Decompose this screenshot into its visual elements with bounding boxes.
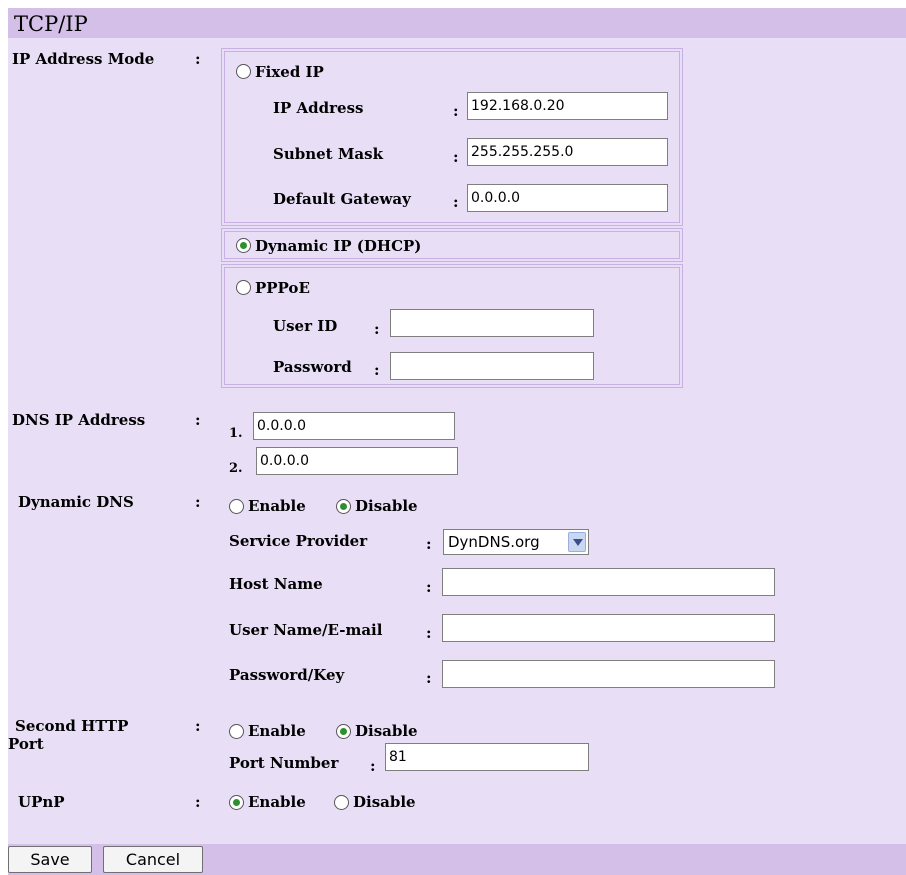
password-key-input[interactable] bbox=[442, 660, 775, 688]
dns-2-input[interactable]: 0.0.0.0 bbox=[256, 447, 458, 475]
http2-disable-radio[interactable] bbox=[336, 724, 351, 739]
user-id-label: User ID bbox=[273, 317, 338, 335]
cancel-button[interactable]: Cancel bbox=[103, 846, 203, 873]
gateway-input[interactable]: 0.0.0.0 bbox=[467, 184, 668, 212]
host-name-colon: : bbox=[426, 578, 432, 596]
ddns-disable-label: Disable bbox=[355, 497, 418, 515]
http2-colon: : bbox=[195, 717, 201, 735]
gateway-colon: : bbox=[453, 193, 459, 211]
gateway-label: Default Gateway bbox=[273, 190, 411, 208]
ip-mode-colon: : bbox=[195, 50, 201, 68]
ip-address-input[interactable]: 192.168.0.20 bbox=[467, 92, 668, 120]
subnet-mask-input[interactable]: 255.255.255.0 bbox=[467, 138, 668, 166]
host-name-label: Host Name bbox=[229, 575, 323, 593]
dns-label: DNS IP Address bbox=[12, 411, 146, 429]
pppoe-radio[interactable] bbox=[236, 280, 251, 295]
page-title: TCP/IP bbox=[8, 8, 906, 38]
upnp-disable-radio[interactable] bbox=[334, 795, 349, 810]
http2-label-line1: Second HTTP bbox=[15, 717, 129, 735]
dhcp-label: Dynamic IP (DHCP) bbox=[255, 237, 422, 255]
pppoe-label: PPPoE bbox=[255, 279, 310, 297]
fixed-ip-label: Fixed IP bbox=[255, 63, 324, 81]
dns-num-1: 1. bbox=[229, 426, 243, 441]
upnp-enable-radio[interactable] bbox=[229, 795, 244, 810]
subnet-mask-label: Subnet Mask bbox=[273, 145, 383, 163]
ip-address-colon: : bbox=[453, 102, 459, 120]
subnet-mask-colon: : bbox=[453, 148, 459, 166]
save-button[interactable]: Save bbox=[8, 846, 92, 873]
password-key-colon: : bbox=[426, 669, 432, 687]
user-id-input[interactable] bbox=[390, 309, 594, 337]
upnp-disable-label: Disable bbox=[353, 793, 416, 811]
pppoe-password-label: Password bbox=[273, 358, 352, 376]
http2-enable-radio[interactable] bbox=[229, 724, 244, 739]
user-email-input[interactable] bbox=[442, 614, 775, 642]
ddns-enable-radio[interactable] bbox=[229, 499, 244, 514]
ip-address-label: IP Address bbox=[273, 99, 364, 117]
tcpip-form: IP Address Mode : Fixed IP IP Address : … bbox=[8, 38, 906, 844]
footer-bar: Save Cancel bbox=[8, 844, 906, 875]
port-number-input[interactable]: 81 bbox=[385, 743, 589, 771]
port-number-colon: : bbox=[370, 757, 376, 775]
service-provider-colon: : bbox=[426, 535, 432, 553]
dns-colon: : bbox=[195, 411, 201, 429]
pppoe-password-input[interactable] bbox=[390, 352, 594, 380]
password-key-label: Password/Key bbox=[229, 666, 345, 684]
ip-mode-label: IP Address Mode bbox=[12, 50, 155, 68]
http2-disable-label: Disable bbox=[355, 722, 418, 740]
service-provider-select[interactable]: DynDNS.org bbox=[443, 529, 589, 555]
http2-enable-label: Enable bbox=[248, 722, 306, 740]
fixed-ip-radio[interactable] bbox=[236, 64, 251, 79]
upnp-enable-label: Enable bbox=[248, 793, 306, 811]
ddns-disable-radio[interactable] bbox=[336, 499, 351, 514]
ddns-label: Dynamic DNS bbox=[18, 493, 134, 511]
pppoe-password-colon: : bbox=[374, 361, 380, 379]
dns-1-input[interactable]: 0.0.0.0 bbox=[253, 412, 455, 440]
dns-num-2: 2. bbox=[229, 461, 243, 476]
http2-label-line2: Port bbox=[8, 735, 44, 753]
service-provider-value: DynDNS.org bbox=[448, 533, 540, 551]
user-id-colon: : bbox=[374, 320, 380, 338]
ddns-enable-label: Enable bbox=[248, 497, 306, 515]
user-email-label: User Name/E-mail bbox=[229, 621, 383, 639]
ddns-colon: : bbox=[195, 493, 201, 511]
service-provider-label: Service Provider bbox=[229, 532, 368, 550]
host-name-input[interactable] bbox=[442, 568, 775, 596]
dhcp-radio[interactable] bbox=[236, 238, 251, 253]
user-email-colon: : bbox=[426, 624, 432, 642]
chevron-down-icon[interactable] bbox=[568, 532, 586, 552]
upnp-colon: : bbox=[195, 793, 201, 811]
port-number-label: Port Number bbox=[229, 754, 339, 772]
upnp-label: UPnP bbox=[18, 793, 65, 811]
